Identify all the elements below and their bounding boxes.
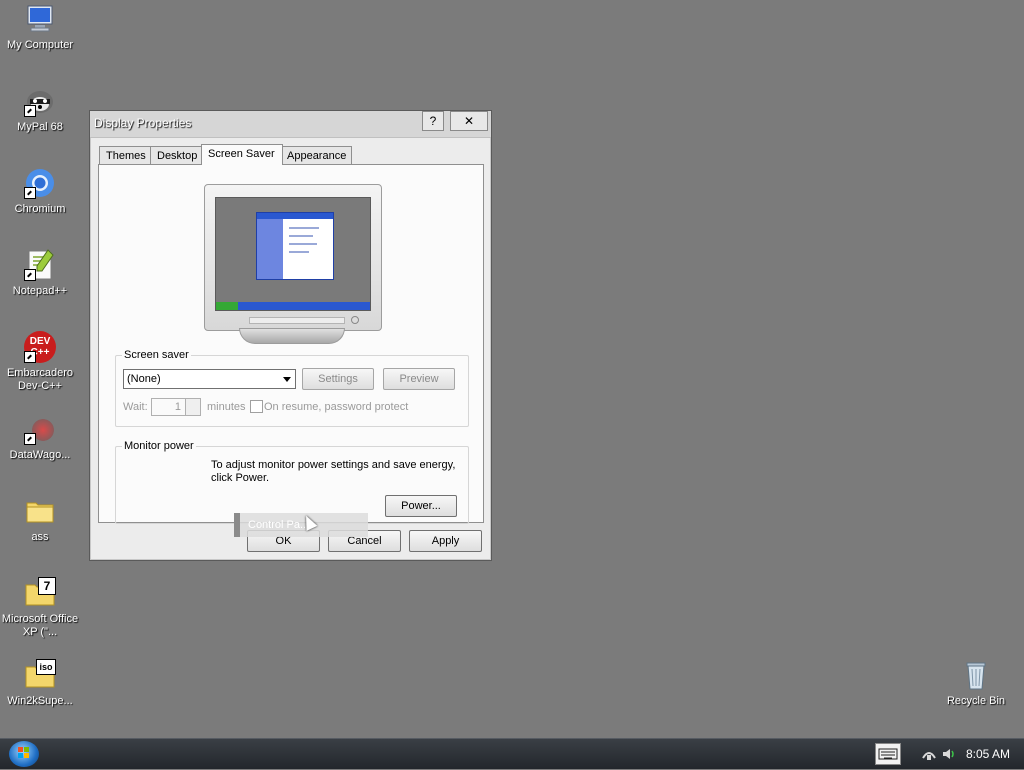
chromium-icon xyxy=(24,167,56,199)
monitor-screen xyxy=(215,197,371,311)
drag-ghost-label: Control Pa... xyxy=(248,519,310,531)
recycle-bin-icon xyxy=(960,659,992,691)
desktop-icon-office-xp[interactable]: 7 Microsoft Office XP ("... xyxy=(1,577,79,639)
desktop-icon-label: Win2kSupe... xyxy=(7,695,73,707)
desktop-icon-label: Chromium xyxy=(14,203,66,215)
preview-window-thumbnail xyxy=(256,212,334,280)
close-button[interactable]: ✕ xyxy=(450,111,488,131)
screen-saver-selected: (None) xyxy=(127,373,161,385)
power-button[interactable]: Power... xyxy=(385,495,457,517)
desktop-icon-label: My Computer xyxy=(6,39,74,51)
preview-button[interactable]: Preview xyxy=(383,368,455,390)
desktop-icon-recycle-bin[interactable]: Recycle Bin xyxy=(937,659,1015,708)
chevron-down-icon xyxy=(283,377,291,382)
display-properties-window[interactable]: Display Properties ? ✕ Themes Desktop Sc… xyxy=(89,110,492,561)
monitor-stand xyxy=(239,328,345,344)
desktop-icon-datawagon[interactable]: DataWago... xyxy=(1,413,79,462)
minutes-label: minutes xyxy=(207,401,246,413)
desktop-icon-label: DataWago... xyxy=(9,449,71,461)
screen-saver-panel: Screen saver (None) Settings Preview Wai… xyxy=(98,164,484,524)
tab-desktop[interactable]: Desktop xyxy=(150,146,202,165)
raccoon-icon xyxy=(24,85,56,117)
desktop-icon-label: MyPal 68 xyxy=(17,121,63,133)
password-protect-checkbox[interactable] xyxy=(250,400,263,413)
shortcut-arrow-icon xyxy=(24,269,36,281)
monitor-power-text: To adjust monitor power settings and sav… xyxy=(211,459,456,484)
desktop-icon-chromium[interactable]: Chromium xyxy=(1,167,79,216)
desktop-icon-my-computer[interactable]: My Computer xyxy=(1,3,79,52)
shortcut-arrow-icon xyxy=(24,105,36,117)
desktop-icon-label: Microsoft Office XP ("... xyxy=(1,613,79,638)
dev-cpp-icon: DEV C++ xyxy=(24,331,56,363)
tab-screen-saver[interactable]: Screen Saver xyxy=(201,144,283,165)
spin-buttons[interactable] xyxy=(185,399,200,415)
desktop-icon-label: ass xyxy=(31,531,49,543)
start-button[interactable] xyxy=(9,741,39,767)
iso-folder-icon: iso xyxy=(24,659,56,691)
network-icon[interactable] xyxy=(921,746,937,762)
screen-saver-group: Screen saver (None) Settings Preview Wai… xyxy=(115,349,469,427)
monitor-power-group-title: Monitor power xyxy=(122,440,196,452)
wait-minutes-value: 1 xyxy=(174,401,181,413)
help-button[interactable]: ? xyxy=(422,111,444,131)
desktop-icon-label: Notepad++ xyxy=(12,285,68,297)
notepad-plus-plus-icon xyxy=(24,249,56,281)
tab-appearance[interactable]: Appearance xyxy=(280,146,352,165)
taskbar: 8:05 AM xyxy=(0,738,1024,769)
desktop-icon-win2ksupe[interactable]: iso Win2kSupe... xyxy=(1,659,79,708)
wait-label: Wait: xyxy=(123,401,148,413)
taskbar-clock[interactable]: 8:05 AM xyxy=(966,747,1010,761)
screen-saver-select[interactable]: (None) xyxy=(123,369,296,389)
wait-minutes-stepper[interactable]: 1 xyxy=(151,398,201,416)
folder-icon xyxy=(24,495,56,527)
zip-folder-icon: 7 xyxy=(24,577,56,609)
settings-button[interactable]: Settings xyxy=(302,368,374,390)
computer-icon xyxy=(24,3,56,35)
window-title: Display Properties xyxy=(94,116,192,130)
monitor-power-led-icon xyxy=(351,316,359,324)
password-protect-label: On resume, password protect xyxy=(264,401,409,413)
speaker-icon[interactable] xyxy=(941,746,957,762)
desktop-icon-notepad-plus-plus[interactable]: Notepad++ xyxy=(1,249,79,298)
shortcut-arrow-icon xyxy=(24,351,36,363)
keyboard-icon[interactable] xyxy=(875,743,901,765)
iso-badge: iso xyxy=(36,659,56,675)
preview-taskbar xyxy=(216,302,370,310)
title-bar[interactable]: Display Properties ? ✕ xyxy=(90,111,491,138)
tab-themes[interactable]: Themes xyxy=(99,146,151,165)
windows-logo-icon xyxy=(18,747,29,758)
shortcut-arrow-icon xyxy=(24,187,36,199)
desktop-icon-mypal[interactable]: MyPal 68 xyxy=(1,85,79,134)
datawagon-icon xyxy=(24,413,56,445)
desktop-icon-ass-folder[interactable]: ass xyxy=(1,495,79,544)
desktop-icon-label: Recycle Bin xyxy=(946,695,1006,707)
archive-badge: 7 xyxy=(38,577,56,595)
desktop-icon-label: Embarcadero Dev-C++ xyxy=(6,367,74,392)
monitor-preview xyxy=(204,184,382,331)
desktop-icon-dev-cpp[interactable]: DEV C++ Embarcadero Dev-C++ xyxy=(1,331,79,393)
apply-button[interactable]: Apply xyxy=(409,530,482,552)
shortcut-arrow-icon xyxy=(24,433,36,445)
screen-saver-group-title: Screen saver xyxy=(122,349,191,361)
